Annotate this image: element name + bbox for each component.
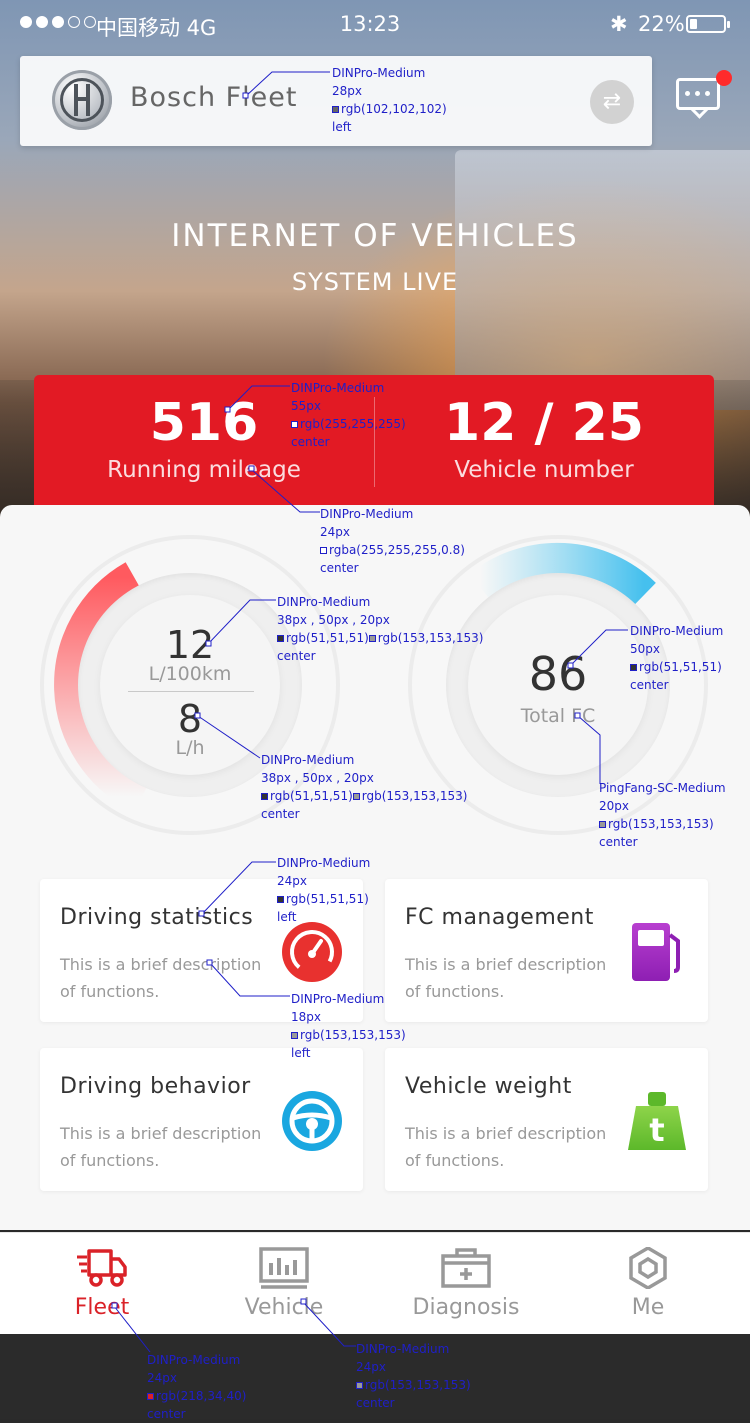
battery-icon — [686, 15, 730, 33]
card-title: Vehicle weight — [405, 1074, 572, 1099]
annotation-gauge1-bottom: DINPro-Medium 38px , 50px , 20px rgb(51,5… — [261, 753, 468, 821]
annotation-card-title: DINPro-Medium 24px rgb(51,51,51) left — [277, 856, 371, 924]
tab-label: Diagnosis — [412, 1295, 520, 1320]
total-fc-label: Total FC — [520, 705, 596, 727]
card-driving-behavior[interactable]: Driving behavior This is a brief descrip… — [40, 1048, 363, 1191]
hero-title: INTERNET OF VEHICLES — [171, 218, 579, 254]
toolbox-icon — [441, 1248, 491, 1288]
per-hour-unit: L/h — [175, 737, 205, 759]
messages-button[interactable] — [676, 70, 732, 118]
monitor-chart-icon — [259, 1247, 309, 1289]
card-description: This is a brief description of functions. — [405, 1124, 607, 1170]
clock: 13:23 — [339, 12, 401, 36]
tab-me[interactable]: Me — [557, 1233, 739, 1335]
hero-subtitle: SYSTEM LIVE — [291, 268, 459, 296]
tab-label: Me — [631, 1295, 665, 1320]
notification-badge — [716, 70, 732, 86]
card-description: This is a brief description of functions. — [60, 1124, 262, 1170]
card-description: This is a brief description of functions. — [405, 955, 607, 1001]
annotation-stat-value: DINPro-Medium 55px rgb(255,255,255) cente… — [291, 381, 406, 449]
card-fc-management[interactable]: FC management This is a brief descriptio… — [385, 879, 708, 1022]
vehicle-label: Vehicle number — [454, 457, 634, 483]
bluetooth-icon: ✱ — [610, 12, 628, 36]
speedometer-icon — [282, 922, 342, 982]
tab-label: Vehicle — [244, 1295, 324, 1320]
annotation-tab-inactive: DINPro-Medium 24px rgb(153,153,153) cente… — [356, 1342, 471, 1410]
weight-icon: t — [628, 1092, 686, 1150]
brand-name: Bosch Fleet — [130, 82, 298, 113]
annotation-stat-label: DINPro-Medium 24px rgba(255,255,255,0.8) … — [320, 507, 465, 575]
annotation-gauge2-label: PingFang-SC-Medium 20px rgb(153,153,153) … — [599, 781, 726, 849]
vehicle-value: 12 / 25 — [444, 393, 644, 453]
annotation-gauge1-top: DINPro-Medium 38px , 50px , 20px rgb(51,5… — [277, 595, 484, 663]
status-bar: 中国移动 4G 13:23 ✱ 22% — [0, 0, 750, 50]
vehicle-stat[interactable]: 12 / 25 Vehicle number — [374, 393, 714, 483]
bosch-logo-icon — [52, 70, 112, 130]
card-vehicle-weight[interactable]: Vehicle weight This is a brief descripti… — [385, 1048, 708, 1191]
tab-diagnosis[interactable]: Diagnosis — [375, 1233, 557, 1335]
annotation-gauge2-value: DINPro-Medium 50px rgb(51,51,51) center — [630, 624, 724, 692]
steering-wheel-icon — [282, 1091, 342, 1151]
tab-bar: Fleet Vehicle Diagnosis Me — [0, 1232, 750, 1335]
card-title: FC management — [405, 905, 594, 930]
annotation-brand: DINPro-Medium 28px rgb(102,102,102) left — [332, 66, 447, 134]
card-title: Driving statistics — [60, 905, 254, 930]
per100-unit: L/100km — [148, 663, 232, 685]
truck-icon — [77, 1249, 127, 1287]
tab-label: Fleet — [74, 1295, 130, 1320]
per-hour-value: 8 — [177, 697, 203, 741]
card-description: This is a brief description of functions. — [60, 955, 262, 1001]
card-title: Driving behavior — [60, 1074, 251, 1099]
mileage-label: Running mileage — [107, 457, 301, 483]
annotation-card-desc: DINPro-Medium 18px rgb(153,153,153) left — [291, 992, 406, 1060]
tab-fleet[interactable]: Fleet — [11, 1233, 193, 1335]
fuel-pump-icon — [632, 923, 680, 981]
gauge-divider — [128, 691, 254, 692]
per100-value: 12 — [165, 623, 215, 667]
swap-arrows-icon[interactable]: ⇄ — [590, 80, 634, 124]
total-fc-value: 86 — [528, 647, 588, 701]
battery-percent: 22% — [638, 12, 685, 36]
svg-text:t: t — [649, 1111, 664, 1149]
annotation-tab-active: DINPro-Medium 24px rgb(218,34,40) center — [147, 1353, 247, 1421]
tab-vehicle[interactable]: Vehicle — [193, 1233, 375, 1335]
hexagon-user-icon — [629, 1247, 667, 1289]
